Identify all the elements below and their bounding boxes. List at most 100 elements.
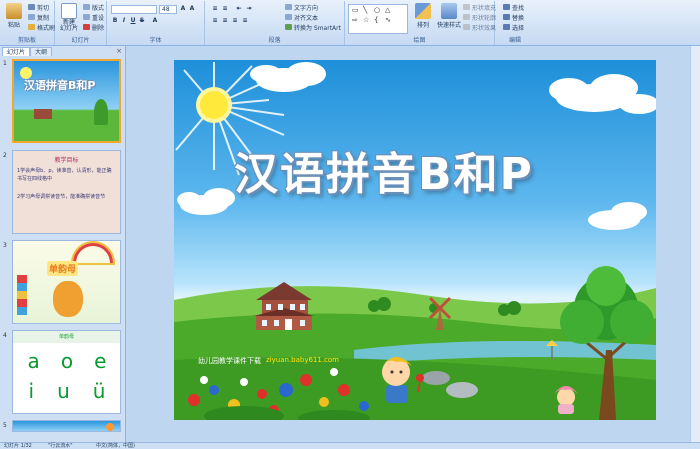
align-left-icon[interactable]: ≡ <box>211 17 219 25</box>
tab-outline[interactable]: 大纲 <box>30 47 53 56</box>
strikethrough-icon[interactable]: S <box>138 17 146 25</box>
slide-thumbnail-5[interactable] <box>12 420 121 432</box>
align-right-icon[interactable]: ≡ <box>231 17 239 25</box>
vertical-scrollbar[interactable] <box>690 46 700 442</box>
smartart-button[interactable]: 转换为 SmartArt <box>285 23 341 32</box>
shrink-font-icon[interactable]: A <box>188 5 196 13</box>
slides-group: 新建 幻灯片 版式 重设 删除 幻灯片 <box>55 1 107 45</box>
tab-slides[interactable]: 幻灯片 <box>2 47 31 56</box>
slide-number: 4 <box>3 332 7 339</box>
vowel-i: i <box>28 379 35 403</box>
italic-icon[interactable]: I <box>120 17 128 25</box>
editing-group: 查找 替换 选择 编辑 <box>495 1 535 45</box>
smartart-icon <box>285 24 292 30</box>
shape-outline-button[interactable]: 形状轮廓 <box>463 13 496 22</box>
cursor-icon <box>503 24 510 30</box>
effects-icon <box>463 24 470 30</box>
cloud-icon <box>588 202 647 230</box>
cloud-icon <box>177 188 235 215</box>
curve-shape-icon[interactable]: ∿ <box>385 16 391 24</box>
font-group: 48 A A B I U S A 字体 <box>107 1 205 45</box>
oval-shape-icon[interactable]: ○ <box>374 6 380 14</box>
slides-pane: 幻灯片 大纲 × 1 汉语拼音B和P 2 教学目标 1学会声母b、p，读准音，认… <box>0 46 126 442</box>
slide-number: 2 <box>3 152 7 159</box>
paste-button[interactable]: 粘贴 <box>2 3 26 29</box>
thumb-title: 汉语拼音B和P <box>24 79 96 92</box>
thumb-text-2: 2学习声母调拼读音节，能准确拼读音节 <box>17 194 106 200</box>
font-color-icon[interactable]: A <box>151 17 159 25</box>
align-center-icon[interactable]: ≡ <box>221 17 229 25</box>
delete-button[interactable]: 删除 <box>83 23 104 32</box>
binoculars-icon <box>503 4 510 10</box>
replace-icon <box>503 14 510 20</box>
layout-button[interactable]: 版式 <box>83 3 104 12</box>
shape-gallery[interactable]: ▭ ╲ ○ △ ⇨ ☆ { ∿ <box>348 4 408 34</box>
arrow-shape-icon[interactable]: ⇨ <box>352 16 358 24</box>
select-button[interactable]: 选择 <box>503 23 524 32</box>
paint-bucket-icon <box>463 4 470 10</box>
language-indicator: 中文(简体，中国) <box>96 443 135 449</box>
delete-icon <box>83 24 90 30</box>
font-size-combo[interactable]: 48 <box>159 5 177 14</box>
line-shape-icon[interactable]: ╲ <box>363 6 367 14</box>
bullets-icon[interactable]: ≡ <box>211 5 219 13</box>
star-shape-icon[interactable]: ☆ <box>363 16 369 24</box>
slide-thumbnail-3[interactable]: 单韵母 <box>12 240 121 324</box>
rectangle-shape-icon[interactable]: ▭ <box>352 6 359 14</box>
layout-icon <box>83 4 90 10</box>
shape-fill-button[interactable]: 形状填充 <box>463 3 496 12</box>
slide-title[interactable]: 汉语拼音B和P <box>234 138 534 202</box>
arrange-button[interactable]: 排列 <box>411 3 435 29</box>
paragraph-group: ≡ ≡ ⇤ ⇥ ≡ ≡ ≡ ≡ 文字方向 对齐文本 转换为 SmartArt 段… <box>205 1 345 45</box>
vowel-u-umlaut: ü <box>92 379 106 403</box>
close-icon[interactable]: × <box>116 47 122 55</box>
vowel-u: u <box>57 379 70 403</box>
copy-button[interactable]: 复制 <box>28 13 49 22</box>
thumb-word: 单韵母 <box>47 261 79 276</box>
underline-icon[interactable]: U <box>129 17 137 25</box>
quick-styles-icon <box>441 3 457 19</box>
cut-button[interactable]: 剪切 <box>28 3 49 12</box>
slide-thumbnail-1[interactable]: 汉语拼音B和P <box>12 59 121 143</box>
tree-icon <box>94 99 108 125</box>
slide-thumbnail-4[interactable]: 单韵母 a o e i u ü <box>12 330 121 414</box>
copy-icon <box>28 14 35 20</box>
grow-font-icon[interactable]: A <box>179 5 187 13</box>
bold-icon[interactable]: B <box>111 17 119 25</box>
new-slide-button[interactable]: 新建 幻灯片 <box>57 3 81 32</box>
lion-icon <box>53 281 83 317</box>
new-slide-icon <box>61 3 77 19</box>
reset-button[interactable]: 重设 <box>83 13 104 22</box>
find-button[interactable]: 查找 <box>503 3 524 12</box>
pencils-icon <box>17 275 27 315</box>
quick-styles-button[interactable]: 快速样式 <box>437 3 461 29</box>
rock <box>422 371 450 385</box>
pane-tabs: 幻灯片 大纲 <box>0 46 125 56</box>
sun-icon <box>106 423 114 431</box>
status-bar: 幻灯片 1/32 "行云流水" 中文(简体，中国) <box>0 442 700 449</box>
justify-icon[interactable]: ≡ <box>241 17 249 25</box>
font-name-combo[interactable] <box>111 5 157 14</box>
brace-shape-icon[interactable]: { <box>374 16 378 24</box>
triangle-shape-icon[interactable]: △ <box>385 6 390 14</box>
slide-canvas[interactable]: 汉语拼音B和P 幼儿园教学课件下载 ziyuan.baby611.com <box>174 60 656 420</box>
text-direction-icon <box>285 4 292 10</box>
vowel-o: o <box>60 349 74 373</box>
caption-text: 幼儿园教学课件下载 <box>198 357 261 365</box>
shape-effects-button[interactable]: 形状效果 <box>463 23 496 32</box>
decrease-indent-icon[interactable]: ⇤ <box>235 5 243 13</box>
align-text-icon <box>285 14 292 20</box>
replace-button[interactable]: 替换 <box>503 13 524 22</box>
drawing-group: ▭ ╲ ○ △ ⇨ ☆ { ∿ 排列 快速样式 形状填充 形状轮廓 形状效果 绘… <box>345 1 496 45</box>
numbering-icon[interactable]: ≡ <box>221 5 229 13</box>
text-direction-button[interactable]: 文字方向 <box>285 3 318 12</box>
theme-name: "行云流水" <box>48 443 73 449</box>
format-painter-button[interactable]: 格式刷 <box>28 23 55 32</box>
cloud-icon <box>549 74 656 114</box>
thumb-header: 单韵母 <box>13 331 120 343</box>
rock <box>446 382 478 398</box>
align-text-button[interactable]: 对齐文本 <box>285 13 318 22</box>
increase-indent-icon[interactable]: ⇥ <box>245 5 253 13</box>
slide-thumbnail-2[interactable]: 教学目标 1学会声母b、p，读准音，认清形，能正确书写在四线格中 2学习声母调拼… <box>12 150 121 234</box>
house-icon <box>34 109 52 119</box>
